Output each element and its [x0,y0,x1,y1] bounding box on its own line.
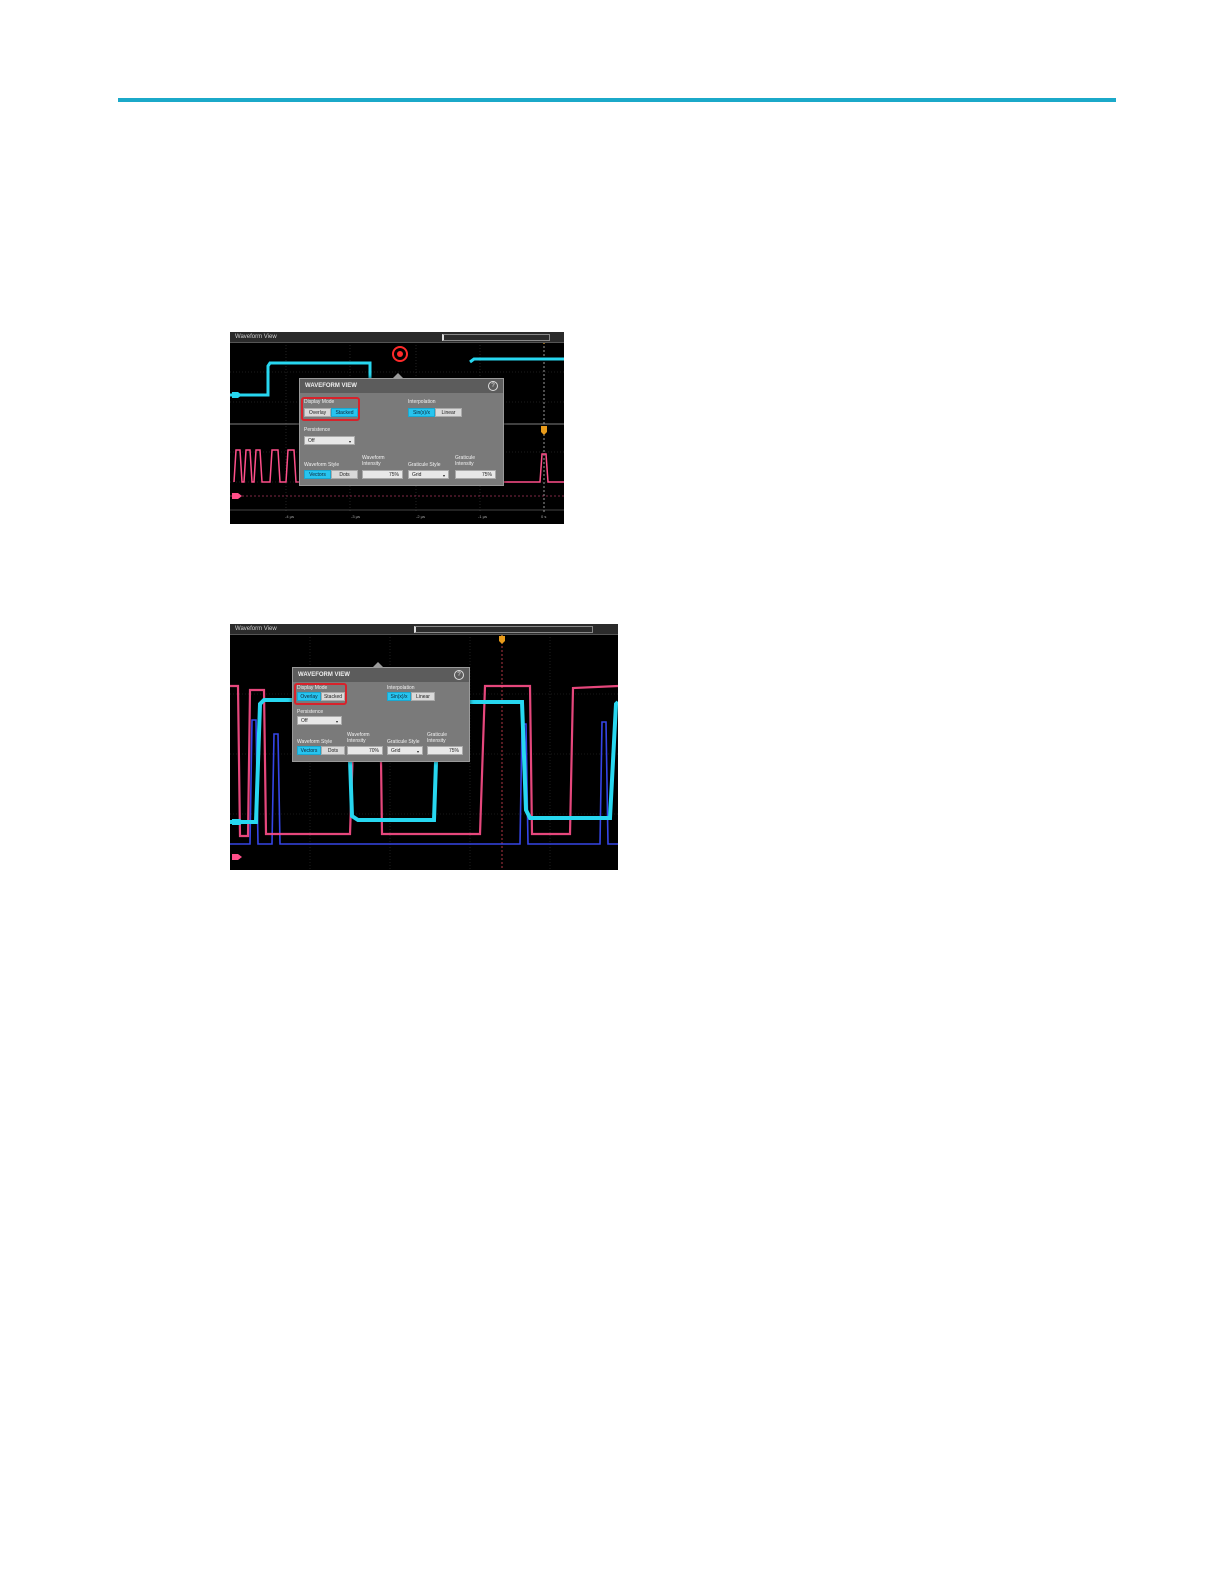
time-tick: -1 µs [478,514,487,519]
channel-2-marker-icon [232,854,242,860]
waveform-view-dialog: WAVEFORM VIEW ? Display Mode Overlay Sta… [292,662,470,762]
channel-1-marker-icon [232,819,244,825]
persistence-value: Off [301,718,308,724]
record-indicator-icon[interactable] [392,346,408,362]
interpolation-toggle[interactable]: Sin(x)/x Linear [387,692,435,701]
time-tick: 0 s [541,514,547,519]
waveform-screenshot-stacked: Waveform View -4 µs -3 µs -2 µs -1 µs 0 … [230,332,564,524]
graticule-style-value: Grid [412,472,422,478]
graticule-style-label: Graticule Style [408,462,441,468]
chevron-down-icon: ▾ [348,439,351,444]
persistence-label: Persistence [297,709,324,715]
time-tick: -3 µs [351,514,360,519]
waveform-style-vectors-button[interactable]: Vectors [297,746,321,755]
waveform-intensity-input[interactable]: 75% [362,470,403,479]
header-accent-rule [118,98,1116,102]
graticule-intensity-input[interactable]: 75% [427,746,463,755]
time-tick: -2 µs [416,514,425,519]
waveform-style-label: Waveform Style [297,739,333,745]
display-mode-highlight [294,683,347,705]
waveform-intensity-label: Intensity [362,461,381,467]
chevron-down-icon: ▾ [416,749,419,754]
dialog-title: WAVEFORM VIEW [293,668,469,682]
time-tick: -4 µs [285,514,294,519]
graticule-style-select[interactable]: Grid ▾ [408,470,449,479]
graticule-style-select[interactable]: Grid ▾ [387,746,423,755]
waveform-style-dots-button[interactable]: Dots [321,746,345,755]
chevron-down-icon: ▾ [335,719,338,724]
persistence-value: Off [308,438,315,444]
waveform-style-vectors-button[interactable]: Vectors [304,470,331,479]
waveform-view-dialog: WAVEFORM VIEW ? Display Mode Overlay Sta… [299,373,504,486]
waveform-intensity-label: Intensity [347,738,366,744]
display-mode-highlight [301,397,360,421]
waveform-style-label: Waveform Style [304,462,340,468]
persistence-select[interactable]: Off ▾ [304,436,355,445]
zoom-overview-bar[interactable] [442,334,550,341]
interpolation-sinx-button[interactable]: Sin(x)/x [387,692,411,701]
waveform-style-toggle[interactable]: Vectors Dots [297,746,345,755]
persistence-select[interactable]: Off ▾ [297,716,342,725]
interpolation-linear-button[interactable]: Linear [411,692,435,701]
graticule-style-label: Graticule Style [387,739,420,745]
graticule-intensity-label: Intensity [455,461,474,467]
graticule-intensity-input[interactable]: 75% [455,470,496,479]
interpolation-toggle[interactable]: Sin(x)/x Linear [408,408,462,417]
graticule-style-value: Grid [391,748,401,754]
chevron-down-icon: ▾ [442,473,445,478]
zoom-overview-bar[interactable] [414,626,593,633]
help-icon[interactable]: ? [488,381,498,391]
channel-2-marker-icon [232,493,242,499]
interpolation-label: Interpolation [387,685,415,691]
waveform-intensity-input[interactable]: 70% [347,746,383,755]
waveform-style-toggle[interactable]: Vectors Dots [304,470,358,479]
dialog-title: WAVEFORM VIEW [300,379,503,393]
help-icon[interactable]: ? [454,670,464,680]
waveform-style-dots-button[interactable]: Dots [331,470,358,479]
channel-1-marker-icon [232,392,242,398]
graticule-intensity-label: Intensity [427,738,446,744]
waveform-screenshot-overlay: Waveform View WAVEFORM VIEW ? Display Mo… [230,624,618,870]
persistence-label: Persistence [304,427,331,433]
interpolation-label: Interpolation [408,399,436,405]
interpolation-sinx-button[interactable]: Sin(x)/x [408,408,435,417]
interpolation-linear-button[interactable]: Linear [435,408,462,417]
